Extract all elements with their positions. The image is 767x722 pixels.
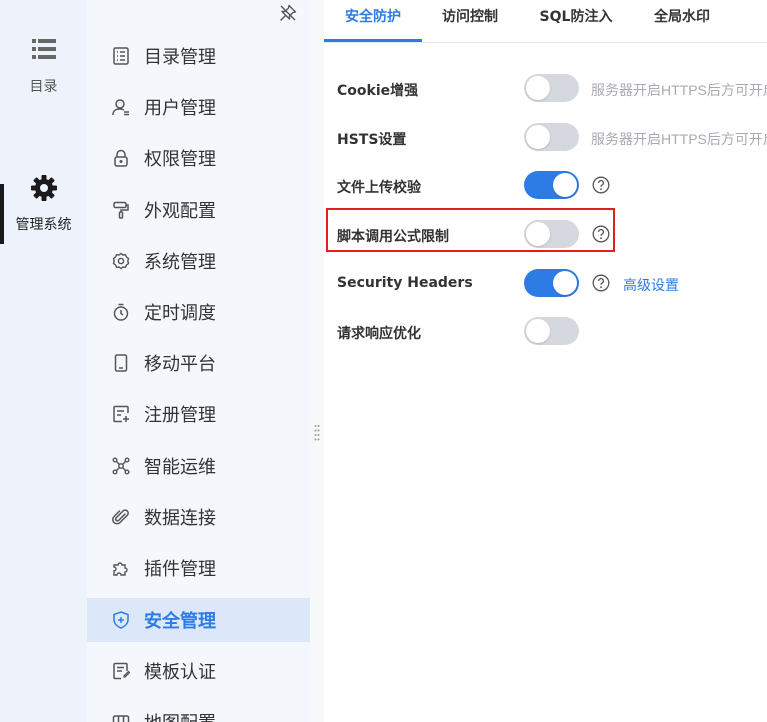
map-icon	[111, 712, 131, 722]
user-icon	[111, 97, 131, 117]
tab-bar: 安全防护 访问控制 SQL防注入 全局水印	[324, 0, 767, 43]
tab-access-control[interactable]: 访问控制	[431, 0, 509, 43]
help-icon[interactable]	[592, 176, 610, 194]
security-headers-toggle[interactable]	[524, 269, 579, 297]
menu-label: 模板认证	[144, 662, 216, 683]
menu-item-permissions[interactable]: 权限管理	[87, 136, 310, 180]
upload-check-toggle[interactable]	[524, 171, 579, 199]
tab-global-watermark[interactable]: 全局水印	[644, 0, 720, 43]
menu-item-mobile[interactable]: 移动平台	[87, 341, 310, 385]
menu-label: 定时调度	[144, 303, 216, 324]
menu-label: 插件管理	[144, 559, 216, 580]
setting-label: HSTS设置	[337, 132, 407, 148]
https-hint: 服务器开启HTTPS后方可开启	[591, 131, 767, 147]
toggle-knob	[526, 125, 550, 149]
hsts-toggle[interactable]	[524, 123, 579, 151]
register-icon	[111, 404, 131, 424]
setting-row-response-optimization: 请求响应优化	[324, 312, 767, 352]
menu-item-appearance[interactable]: 外观配置	[87, 188, 310, 232]
rail-label-admin-system: 管理系统	[15, 217, 72, 233]
list-icon	[31, 39, 56, 59]
menu-item-catalog[interactable]: 目录管理	[87, 34, 310, 78]
timer-icon	[111, 302, 131, 322]
mobile-icon	[111, 353, 131, 373]
https-hint: 服务器开启HTTPS后方可开启	[591, 82, 767, 98]
menu-item-registration[interactable]: 注册管理	[87, 392, 310, 436]
menu-item-smart-ops[interactable]: 智能运维	[87, 444, 310, 488]
pin-icon[interactable]	[279, 4, 297, 22]
drag-handle-icon[interactable]	[314, 424, 320, 442]
template-icon	[111, 661, 131, 681]
menu-label: 外观配置	[144, 201, 216, 222]
panel-divider	[310, 0, 324, 722]
setting-label: Security Headers	[337, 275, 473, 291]
menu-item-plugins[interactable]: 插件管理	[87, 546, 310, 590]
tab-sql-injection[interactable]: SQL防注入	[528, 0, 624, 43]
menu-item-template-auth[interactable]: 模板认证	[87, 649, 310, 693]
menu-label: 用户管理	[144, 98, 216, 119]
rail-item-admin-system[interactable]: 管理系统	[0, 174, 87, 234]
setting-row-hsts: HSTS设置 服务器开启HTTPS后方可开启	[324, 118, 767, 158]
menu-label: 智能运维	[144, 457, 216, 478]
secondary-menu: 目录管理 用户管理 权限管理 外观配置 系统管理 定时调度 移动平台 注册管理 …	[87, 0, 310, 722]
tab-security-protection[interactable]: 安全防护	[324, 0, 422, 43]
main-content: 安全防护 访问控制 SQL防注入 全局水印 Cookie增强 服务器开启HTTP…	[324, 0, 767, 722]
menu-item-map-config[interactable]: 地图配置	[87, 700, 310, 722]
puzzle-icon	[111, 558, 131, 578]
shield-icon	[111, 610, 131, 630]
menu-label: 目录管理	[144, 47, 216, 68]
response-optimization-toggle[interactable]	[524, 317, 579, 345]
toggle-knob	[526, 319, 550, 343]
settings-icon	[111, 251, 131, 271]
menu-label: 地图配置	[144, 709, 216, 722]
menu-item-scheduler[interactable]: 定时调度	[87, 290, 310, 334]
menu-item-data-connection[interactable]: 数据连接	[87, 495, 310, 539]
rail-item-catalog[interactable]: 目录	[0, 38, 87, 96]
gear-icon	[30, 175, 57, 201]
menu-item-users[interactable]: 用户管理	[87, 85, 310, 129]
setting-row-upload-check: 文件上传校验	[324, 166, 767, 206]
advanced-settings-link[interactable]: 高级设置	[623, 275, 679, 295]
menu-label: 安全管理	[144, 611, 216, 632]
catalog-icon	[111, 46, 131, 66]
setting-row-cookie: Cookie增强 服务器开启HTTPS后方可开启	[324, 69, 767, 109]
menu-item-system[interactable]: 系统管理	[87, 239, 310, 283]
paint-roller-icon	[111, 200, 131, 220]
paperclip-icon	[111, 507, 131, 527]
help-icon[interactable]	[592, 274, 610, 292]
toggle-knob	[526, 76, 550, 100]
active-tab-indicator	[324, 39, 422, 42]
menu-label: 权限管理	[144, 149, 216, 170]
menu-label: 移动平台	[144, 354, 216, 375]
app-rail: 目录 管理系统	[0, 0, 87, 722]
rail-label-catalog: 目录	[29, 79, 58, 95]
toggle-knob	[553, 173, 577, 197]
setting-label: 文件上传校验	[337, 180, 421, 196]
setting-label: Cookie增强	[337, 83, 419, 99]
toggle-knob	[553, 271, 577, 295]
setting-label: 请求响应优化	[337, 326, 421, 342]
cookie-toggle[interactable]	[524, 74, 579, 102]
setting-row-security-headers: Security Headers 高级设置	[324, 264, 767, 304]
menu-label: 注册管理	[144, 405, 216, 426]
menu-item-security[interactable]: 安全管理	[87, 598, 310, 642]
menu-label: 数据连接	[144, 508, 216, 529]
menu-label: 系统管理	[144, 252, 216, 273]
lock-icon	[111, 148, 131, 168]
network-icon	[111, 456, 131, 476]
highlight-box	[326, 208, 615, 252]
